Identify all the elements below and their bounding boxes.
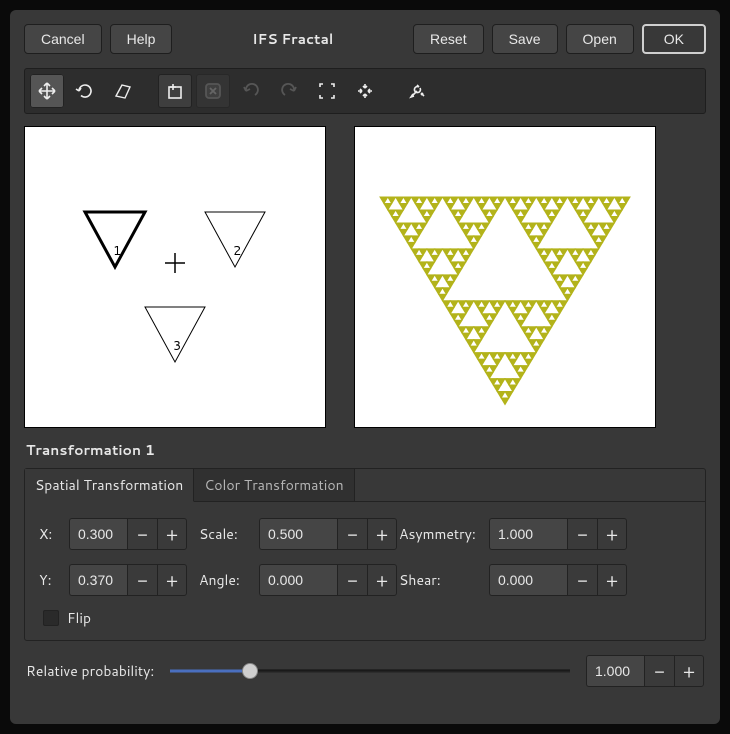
label-angle: Angle: (199, 570, 259, 590)
open-button[interactable]: Open (566, 24, 634, 54)
x-input[interactable] (69, 518, 127, 550)
wrench-icon (407, 81, 427, 101)
center-cross-icon (165, 253, 185, 273)
scale-increment-button[interactable]: + (367, 518, 397, 550)
relative-probability-decrement-button[interactable]: − (644, 655, 674, 687)
delete-button (196, 74, 230, 108)
label-x: X: (39, 524, 69, 544)
options-button[interactable] (400, 74, 434, 108)
undo-button (234, 74, 268, 108)
select-all-icon (317, 81, 337, 101)
reset-button[interactable]: Reset (413, 24, 484, 54)
save-button[interactable]: Save (492, 24, 558, 54)
relative-probability-spinner[interactable]: − + (586, 655, 704, 687)
delete-icon (203, 81, 223, 101)
select-all-button[interactable] (310, 74, 344, 108)
recenter-button[interactable] (348, 74, 382, 108)
undo-icon (241, 81, 261, 101)
label-flip: Flip (67, 608, 91, 628)
center-icon (355, 81, 375, 101)
stretch-tool-button[interactable] (106, 74, 140, 108)
y-increment-button[interactable]: + (157, 564, 187, 596)
help-button[interactable]: Help (110, 24, 173, 54)
asymmetry-input[interactable] (489, 518, 567, 550)
move-tool-button[interactable] (30, 74, 64, 108)
label-shear: Shear: (399, 570, 489, 590)
scale-spinner[interactable]: − + (259, 518, 399, 550)
angle-spinner[interactable]: − + (259, 564, 399, 596)
perspective-icon (113, 81, 133, 101)
ok-button[interactable]: OK (642, 24, 706, 54)
preview-row: 1 2 3 (24, 126, 706, 428)
angle-increment-button[interactable]: + (367, 564, 397, 596)
transformation-panel: Spatial Transformation Color Transformat… (24, 468, 706, 641)
y-spinner[interactable]: − + (69, 564, 199, 596)
new-button[interactable] (158, 74, 192, 108)
shear-spinner[interactable]: − + (489, 564, 629, 596)
label-scale: Scale: (199, 524, 259, 544)
redo-icon (279, 81, 299, 101)
angle-input[interactable] (259, 564, 337, 596)
relative-probability-slider[interactable] (170, 669, 570, 673)
asymmetry-increment-button[interactable]: + (597, 518, 627, 550)
fractal-render-lines (380, 197, 630, 405)
asymmetry-decrement-button[interactable]: − (567, 518, 597, 550)
relative-probability-row: Relative probability: − + (24, 655, 706, 687)
tab-spatial[interactable]: Spatial Transformation (25, 469, 194, 502)
label-y: Y: (39, 570, 69, 590)
rotate-icon (75, 81, 95, 101)
new-icon (165, 81, 185, 101)
scale-input[interactable] (259, 518, 337, 550)
tab-color[interactable]: Color Transformation (194, 469, 354, 502)
asymmetry-spinner[interactable]: − + (489, 518, 629, 550)
triangle-label: 1 (113, 242, 121, 260)
section-title: Transformation 1 (26, 440, 706, 460)
dialog-title: IFS Fractal (180, 29, 405, 49)
label-relative-probability: Relative probability: (26, 661, 154, 681)
angle-decrement-button[interactable]: − (337, 564, 367, 596)
x-decrement-button[interactable]: − (127, 518, 157, 550)
move-icon (37, 81, 57, 101)
x-increment-button[interactable]: + (157, 518, 187, 550)
flip-checkbox[interactable] (43, 610, 59, 626)
y-decrement-button[interactable]: − (127, 564, 157, 596)
cancel-button[interactable]: Cancel (24, 24, 102, 54)
shear-input[interactable] (489, 564, 567, 596)
tabs: Spatial Transformation Color Transformat… (25, 469, 705, 502)
x-spinner[interactable]: − + (69, 518, 199, 550)
design-pane[interactable]: 1 2 3 (24, 126, 326, 428)
y-input[interactable] (69, 564, 127, 596)
triangle-label: 3 (173, 337, 181, 355)
relative-probability-increment-button[interactable]: + (674, 655, 704, 687)
rotate-tool-button[interactable] (68, 74, 102, 108)
scale-decrement-button[interactable]: − (337, 518, 367, 550)
result-pane (354, 126, 656, 428)
shear-increment-button[interactable]: + (597, 564, 627, 596)
label-asymmetry: Asymmetry: (399, 524, 489, 544)
toolbar (24, 68, 706, 114)
relative-probability-input[interactable] (586, 655, 644, 687)
dialog-window: Cancel Help IFS Fractal Reset Save Open … (10, 10, 720, 724)
header-bar: Cancel Help IFS Fractal Reset Save Open … (24, 24, 706, 54)
triangle-label: 2 (233, 242, 241, 260)
shear-decrement-button[interactable]: − (567, 564, 597, 596)
redo-button (272, 74, 306, 108)
